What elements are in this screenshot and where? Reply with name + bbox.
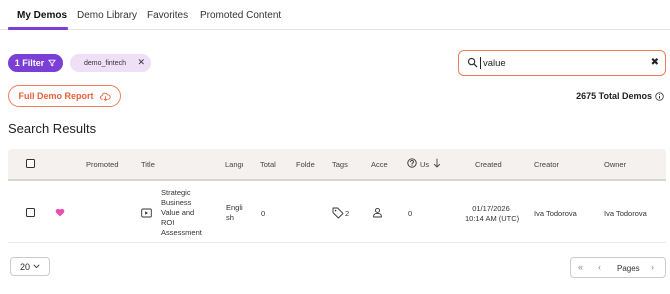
row-creator: Iva Todorova: [534, 209, 577, 218]
search-box: ✖: [458, 50, 666, 76]
pages-label: Pages: [617, 264, 640, 273]
filter-chip-label: demo_fintech: [84, 59, 127, 67]
row-language-line: Engli: [226, 203, 243, 212]
row-created-date: 01/17/2026: [472, 204, 510, 213]
row-title-line: Value and: [161, 208, 195, 217]
row-created: 01/17/2026 10:14 AM (UTC): [465, 204, 520, 224]
filter-button-label: 1 Filter: [14, 58, 45, 68]
column-header-title[interactable]: Title: [141, 160, 155, 169]
chevron-down-icon: [33, 264, 40, 269]
column-header-access[interactable]: Acce: [371, 160, 389, 169]
row-total: 0: [261, 209, 266, 218]
row-uses: 0: [408, 209, 413, 218]
row-language-line: sh: [226, 213, 234, 222]
filter-button[interactable]: 1 Filter: [8, 54, 63, 72]
heart-icon[interactable]: [55, 208, 65, 217]
row-divider: [8, 242, 666, 243]
row-language: Engli sh: [226, 203, 243, 223]
tab-favorites[interactable]: Favorites: [147, 10, 188, 21]
page-size-value: 20: [19, 261, 30, 272]
video-icon: [141, 208, 152, 218]
row-title-line: Business: [161, 198, 192, 207]
table-header: Promoted Title Langu Total Folde Tags Ac…: [8, 149, 666, 179]
column-header-creator[interactable]: Creator: [534, 160, 559, 169]
row-title-line: Strategic: [161, 188, 191, 197]
previous-page-icon[interactable]: ‹: [598, 262, 601, 272]
table-header-divider: [8, 179, 666, 181]
tag-icon: [332, 207, 344, 219]
select-all-checkbox[interactable]: [26, 159, 35, 168]
close-icon[interactable]: ✕: [137, 57, 145, 68]
pagination: « ‹ Pages ›: [570, 257, 666, 278]
column-header-folder[interactable]: Folde: [296, 160, 316, 169]
column-header-created[interactable]: Created: [475, 160, 502, 169]
help-icon[interactable]: [407, 158, 417, 168]
sort-down-arrow-icon[interactable]: [433, 158, 441, 168]
column-header-tags[interactable]: Tags: [332, 160, 348, 169]
next-page-icon[interactable]: ›: [651, 262, 654, 272]
row-title-line: ROI: [161, 218, 175, 227]
report-button-label: Full Demo Report: [18, 91, 94, 101]
tab-demo-library[interactable]: Demo Library: [77, 10, 137, 21]
row-owner: Iva Todorova: [604, 209, 647, 218]
active-tab-indicator: [8, 27, 68, 30]
page-size-select[interactable]: 20: [10, 257, 50, 276]
info-icon[interactable]: [655, 91, 664, 101]
total-demos: 2675 Total Demos: [576, 91, 664, 101]
tab-bar: My Demos Demo Library Favorites Promoted…: [0, 0, 670, 30]
row-created-time: 10:14 AM (UTC): [465, 214, 520, 223]
row-title[interactable]: Strategic Business Value and ROI Assessm…: [161, 188, 202, 238]
funnel-icon: [48, 59, 56, 67]
tab-my-demos[interactable]: My Demos: [17, 10, 67, 21]
row-checkbox[interactable]: [26, 208, 35, 217]
column-header-total[interactable]: Total: [260, 160, 276, 169]
filter-chip: demo_fintech ✕: [70, 54, 151, 72]
total-demos-label: 2675 Total Demos: [576, 91, 652, 101]
tab-promoted-content[interactable]: Promoted Content: [200, 10, 281, 21]
column-header-promoted[interactable]: Promoted: [86, 160, 119, 169]
cloud-download-icon: [99, 92, 111, 101]
clear-search-icon[interactable]: ✖: [651, 57, 659, 68]
first-page-icon[interactable]: «: [578, 262, 583, 272]
search-icon: [467, 57, 478, 68]
row-title-line: Assessment: [161, 228, 202, 237]
column-header-owner[interactable]: Owner: [604, 160, 626, 169]
full-demo-report-button[interactable]: Full Demo Report: [8, 85, 121, 107]
row-tags-count: 2: [345, 209, 350, 218]
search-input[interactable]: [479, 55, 644, 71]
column-header-language[interactable]: Langu: [225, 160, 243, 169]
column-header-uses[interactable]: Us: [420, 160, 430, 169]
user-icon: [373, 207, 382, 218]
section-title: Search Results: [8, 121, 97, 136]
